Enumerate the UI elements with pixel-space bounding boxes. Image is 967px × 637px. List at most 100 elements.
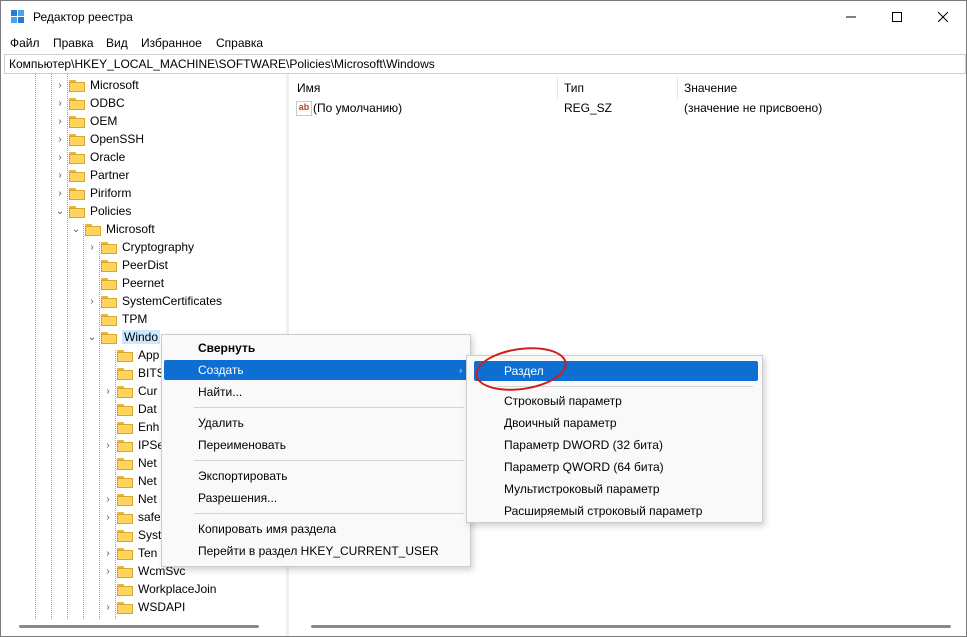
tree-item-label: Piriform bbox=[90, 186, 132, 200]
expand-arrow-icon[interactable]: › bbox=[101, 508, 115, 526]
tree-item[interactable]: › IPSe bbox=[101, 436, 164, 454]
tree-item[interactable]: › Net bbox=[101, 490, 156, 508]
tree-item[interactable]: › SystemCertificates bbox=[85, 292, 222, 310]
tree-item[interactable]: BITS bbox=[101, 364, 165, 382]
menu-bar: Файл Правка Вид Избранное Справка bbox=[1, 33, 966, 53]
menu-item-rename[interactable]: Переименовать bbox=[164, 435, 468, 455]
tree-scroll-thumb[interactable] bbox=[19, 625, 259, 628]
folder-icon bbox=[117, 421, 134, 434]
tree-item[interactable]: › OpenSSH bbox=[53, 130, 144, 148]
submenu-item-qword-value[interactable]: Параметр QWORD (64 бита) bbox=[474, 457, 758, 477]
tree-item[interactable]: › Cryptography bbox=[85, 238, 194, 256]
collapse-arrow-icon[interactable]: ⌄ bbox=[69, 220, 83, 238]
menu-file[interactable]: Файл bbox=[10, 36, 40, 50]
expand-arrow-icon[interactable]: › bbox=[53, 94, 67, 112]
menu-item-permissions[interactable]: Разрешения... bbox=[164, 488, 468, 508]
tree-item[interactable]: › ODBC bbox=[53, 94, 124, 112]
tree-item-label: WSDAPI bbox=[138, 600, 186, 614]
tree-item[interactable]: › Oracle bbox=[53, 148, 125, 166]
expand-arrow-icon[interactable]: › bbox=[101, 598, 115, 616]
expand-arrow-icon[interactable]: › bbox=[53, 130, 67, 148]
column-divider[interactable] bbox=[677, 77, 678, 99]
values-scroll-thumb[interactable] bbox=[311, 625, 951, 628]
tree-item[interactable]: › Ten bbox=[101, 544, 157, 562]
string-value-icon: ab bbox=[296, 101, 312, 116]
close-button[interactable] bbox=[920, 1, 966, 33]
tree-item[interactable]: Dat bbox=[101, 400, 157, 418]
tree-item[interactable]: › OEM bbox=[53, 112, 117, 130]
tree-item-label: SystemCertificates bbox=[122, 294, 223, 308]
expand-arrow-icon[interactable]: › bbox=[53, 148, 67, 166]
tree-item[interactable]: › WSDAPI bbox=[101, 598, 185, 616]
folder-icon bbox=[69, 97, 86, 110]
tree-item[interactable]: Syst bbox=[101, 526, 161, 544]
tree-item[interactable]: › safe bbox=[101, 508, 160, 526]
tree-item-label: Cur bbox=[138, 384, 158, 398]
folder-icon bbox=[117, 547, 134, 560]
tree-item-label: Peernet bbox=[122, 276, 165, 290]
tree-item[interactable]: App bbox=[101, 346, 159, 364]
folder-icon bbox=[117, 583, 134, 596]
address-bar[interactable]: Компьютер\HKEY_LOCAL_MACHINE\SOFTWARE\Po… bbox=[4, 54, 966, 74]
tree-item[interactable]: Net bbox=[101, 472, 157, 490]
column-header-value[interactable]: Значение bbox=[684, 79, 737, 97]
menu-help[interactable]: Справка bbox=[216, 36, 263, 50]
column-divider[interactable] bbox=[557, 77, 558, 99]
tree-item-label: TPM bbox=[122, 312, 148, 326]
expand-arrow-icon[interactable]: › bbox=[101, 490, 115, 508]
column-header-type[interactable]: Тип bbox=[564, 79, 584, 97]
expand-arrow-icon[interactable]: › bbox=[101, 544, 115, 562]
expand-arrow-icon[interactable]: › bbox=[53, 166, 67, 184]
title-bar[interactable]: Редактор реестра bbox=[1, 1, 966, 33]
tree-item[interactable]: WorkplaceJoin bbox=[101, 580, 216, 598]
collapse-arrow-icon[interactable]: ⌄ bbox=[53, 202, 67, 220]
menu-item-goto-hkcu[interactable]: Перейти в раздел HKEY_CURRENT_USER bbox=[164, 541, 468, 561]
submenu-item-string-value[interactable]: Строковый параметр bbox=[474, 391, 758, 411]
tree-item[interactable]: TPM bbox=[85, 310, 147, 328]
tree-item[interactable]: ⌄ Microsoft bbox=[69, 220, 155, 238]
window-title: Редактор реестра bbox=[33, 10, 133, 24]
folder-icon bbox=[117, 367, 134, 380]
menu-item-delete[interactable]: Удалить bbox=[164, 413, 468, 433]
expand-arrow-icon[interactable]: › bbox=[85, 238, 99, 256]
tree-item[interactable]: › Piriform bbox=[53, 184, 131, 202]
menu-edit[interactable]: Правка bbox=[53, 36, 94, 50]
expand-arrow-icon[interactable]: › bbox=[101, 382, 115, 400]
menu-item-find[interactable]: Найти... bbox=[164, 382, 468, 402]
expand-arrow-icon[interactable]: › bbox=[85, 292, 99, 310]
folder-icon bbox=[101, 331, 118, 344]
column-header-name[interactable]: Имя bbox=[297, 79, 320, 97]
expand-arrow-icon[interactable]: › bbox=[101, 436, 115, 454]
expand-arrow-icon[interactable]: › bbox=[53, 76, 67, 94]
menu-item-copy-key-name[interactable]: Копировать имя раздела bbox=[164, 519, 468, 539]
tree-item[interactable]: Net bbox=[101, 454, 157, 472]
tree-item[interactable]: › Cur bbox=[101, 382, 157, 400]
menu-favorites[interactable]: Избранное bbox=[141, 36, 202, 50]
tree-item-label: PeerDist bbox=[122, 258, 169, 272]
expand-arrow-icon[interactable]: › bbox=[53, 184, 67, 202]
expand-arrow-icon[interactable]: › bbox=[101, 562, 115, 580]
tree-item[interactable]: Peernet bbox=[85, 274, 164, 292]
folder-icon bbox=[85, 223, 102, 236]
collapse-arrow-icon[interactable]: ⌄ bbox=[85, 328, 99, 346]
submenu-item-multistring-value[interactable]: Мультистроковый параметр bbox=[474, 479, 758, 499]
submenu-item-binary-value[interactable]: Двоичный параметр bbox=[474, 413, 758, 433]
menu-item-create[interactable]: Создать › bbox=[164, 360, 468, 380]
expand-arrow-icon[interactable]: › bbox=[53, 112, 67, 130]
tree-item[interactable]: PeerDist bbox=[85, 256, 168, 274]
submenu-item-expandable-string-value[interactable]: Расширяемый строковый параметр bbox=[474, 501, 758, 521]
tree-item-label: WorkplaceJoin bbox=[138, 582, 217, 596]
folder-icon bbox=[117, 511, 134, 524]
minimize-button[interactable] bbox=[828, 1, 874, 33]
submenu-item-dword-value[interactable]: Параметр DWORD (32 бита) bbox=[474, 435, 758, 455]
menu-separator bbox=[194, 460, 464, 461]
maximize-button[interactable] bbox=[874, 1, 920, 33]
tree-item[interactable]: ⌄ Policies bbox=[53, 202, 132, 220]
tree-item[interactable]: › Microsoft bbox=[53, 76, 138, 94]
tree-item[interactable]: Enh bbox=[101, 418, 159, 436]
menu-view[interactable]: Вид bbox=[106, 36, 128, 50]
menu-item-collapse[interactable]: Свернуть bbox=[164, 338, 468, 358]
tree-item[interactable]: ⌄ Windo bbox=[85, 328, 161, 346]
menu-item-export[interactable]: Экспортировать bbox=[164, 466, 468, 486]
tree-item[interactable]: › Partner bbox=[53, 166, 129, 184]
